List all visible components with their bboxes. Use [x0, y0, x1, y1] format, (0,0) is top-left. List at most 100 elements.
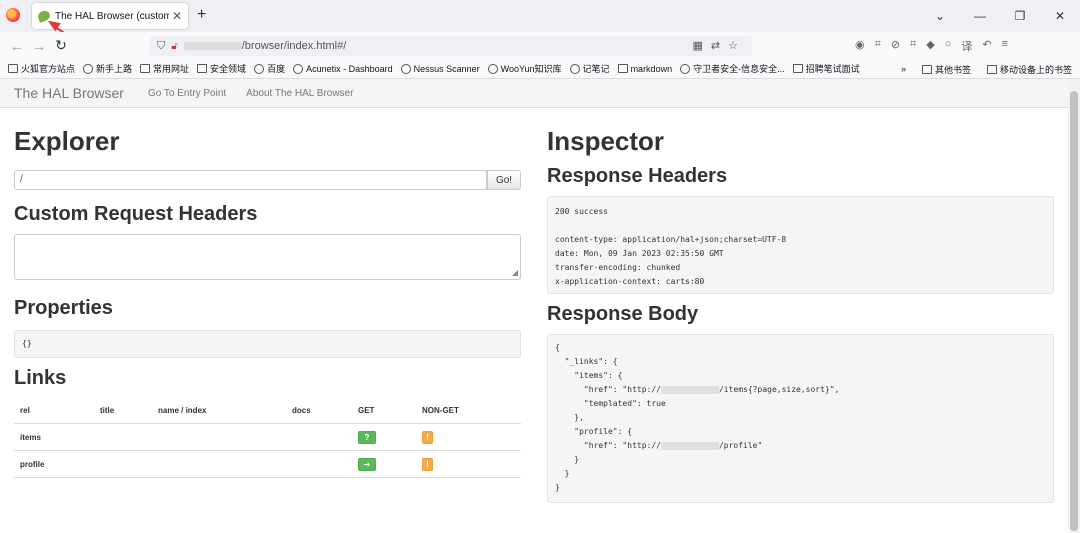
folder-icon	[197, 64, 208, 73]
page-scrollbar[interactable]	[1068, 79, 1080, 533]
bookmark-item[interactable]: 常用网址	[140, 62, 189, 75]
ext-icon-3: ⌗	[910, 38, 917, 50]
brand[interactable]: The HAL Browser	[14, 85, 124, 101]
note-icon	[569, 63, 580, 74]
explorer-panel: Explorer / Go! Custom Request Headers ◢ …	[14, 108, 521, 478]
table-row: items ? !	[14, 423, 521, 451]
redacted-host	[660, 441, 719, 450]
bookmark-item[interactable]: 招聘笔试面试	[792, 62, 860, 75]
firefox-logo-icon[interactable]	[6, 8, 20, 22]
col-rel: rel	[14, 400, 94, 424]
new-tab-icon[interactable]: +	[197, 6, 206, 24]
status-line: 200 success	[555, 207, 608, 216]
close-tab-icon[interactable]: ✕	[172, 9, 182, 23]
shield-icon[interactable]: ⛉	[157, 40, 165, 53]
non-get-items-button[interactable]: !	[422, 430, 433, 444]
minimize-icon[interactable]: —	[960, 9, 1000, 23]
scrollbar-thumb[interactable]	[1070, 91, 1078, 531]
header-line: date: Mon, 09 Jan 2023 02:35:50 GMT	[555, 249, 724, 258]
close-window-icon[interactable]: ✕	[1040, 9, 1080, 23]
bookmark-item[interactable]: 守卫者安全-信息安全...	[680, 62, 785, 75]
globe-icon	[487, 63, 498, 74]
restore-icon[interactable]: ❐	[1000, 9, 1040, 23]
bookmark-item[interactable]: markdown	[617, 64, 672, 74]
tab-title: The HAL Browser (customize	[55, 10, 169, 22]
response-headers-box: 200 success content-type: application/ha…	[547, 196, 1054, 294]
bookmark-item[interactable]: 移动设备上的书签	[986, 63, 1072, 76]
mobile-icon	[986, 64, 997, 74]
inspector-title: Inspector	[547, 126, 665, 156]
reload-icon[interactable]: ↻	[50, 37, 72, 54]
get-profile-button[interactable]: ➔	[358, 457, 376, 471]
bookmark-item[interactable]: 百度	[254, 62, 285, 75]
nav-entry-point[interactable]: Go To Entry Point	[148, 88, 226, 99]
insecure-lock-icon[interactable]: 🔓︎	[171, 41, 177, 52]
bookmark-item[interactable]: 记笔记	[569, 62, 610, 75]
crop-icon: ⌗	[874, 38, 881, 50]
header-line: x-application-context: carts:80	[555, 277, 705, 286]
back-icon[interactable]: ←	[6, 38, 28, 54]
header-line: content-type: application/hal+json;chars…	[555, 235, 787, 244]
url-bar[interactable]: ⛉ 🔓︎ /browser/index.html#/ ▦⇄☆	[150, 36, 752, 56]
rel-cell: items	[14, 423, 94, 451]
url-actions-icons[interactable]: ▦⇄☆	[693, 39, 746, 52]
undo-icon: ↶	[982, 39, 992, 51]
shield-s-icon	[680, 63, 691, 74]
redacted-host	[660, 385, 719, 394]
redacted-host	[183, 42, 242, 50]
globe-icon	[83, 63, 94, 74]
globe-icon	[254, 63, 265, 74]
header-line: transfer-encoding: chunked	[555, 263, 681, 272]
response-body-box: { "_links": { "items": { "href": "http:/…	[547, 334, 1054, 503]
bookmark-item[interactable]: 其他书签	[921, 63, 971, 76]
forward-icon[interactable]: →	[28, 38, 50, 54]
folder-icon	[617, 64, 628, 73]
ext-icon-2: ⊘	[890, 39, 901, 51]
tab-bar: The HAL Browser (customize ✕ + ⌄ — ❐ ✕	[0, 0, 1080, 32]
folder-icon	[140, 64, 151, 73]
nav-toolbar: ← → ↻ ⛉ 🔓︎ /browser/index.html#/ ▦⇄☆ ◉ ⌗ ⊘…	[0, 32, 1080, 59]
table-row: profile ➔ !	[14, 450, 521, 478]
col-name-index: name / index	[152, 400, 286, 424]
bookmark-item[interactable]: 新手上路	[83, 62, 132, 75]
custom-headers-textarea[interactable]: ◢	[14, 234, 521, 280]
nav-about[interactable]: About The HAL Browser	[246, 88, 353, 99]
ext-icon-5: ○	[944, 38, 952, 50]
response-body-title: Response Body	[547, 303, 699, 325]
explorer-title: Explorer	[14, 126, 120, 156]
links-title: Links	[14, 367, 67, 389]
col-non-get: NON-GET	[416, 400, 521, 424]
tab-list-icon[interactable]: ⌄	[920, 9, 960, 23]
ext-icon-4: ◆	[926, 39, 935, 51]
bookmark-item[interactable]: 安全领域	[197, 62, 246, 75]
get-items-button[interactable]: ?	[358, 430, 376, 444]
rel-cell: profile	[14, 450, 94, 478]
response-headers-title: Response Headers	[547, 165, 728, 187]
menu-icon: ≡	[1001, 38, 1008, 50]
col-title: title	[94, 400, 152, 424]
col-docs: docs	[286, 400, 352, 424]
bookmark-item[interactable]: WooYun知识库	[487, 62, 562, 75]
url-path: /browser/index.html#/	[241, 40, 347, 52]
custom-headers-title: Custom Request Headers	[14, 203, 258, 225]
folder-icon	[8, 64, 18, 73]
extension-icons[interactable]: ◉ ⌗ ⊘ ⌗ ◆ ○ 译 ↶ ≡	[855, 38, 1008, 54]
bookmarks-overflow-icon[interactable]: »	[901, 64, 906, 74]
bookmark-item[interactable]: Acunetix - Dashboard	[293, 63, 393, 74]
bookmarks-bar: 火狐官方站点 新手上路 常用网址 安全领域 百度 Acunetix - Dash…	[0, 59, 1080, 79]
links-header-row: rel title name / index docs GET NON-GET	[14, 400, 521, 424]
links-table: rel title name / index docs GET NON-GET …	[14, 400, 521, 478]
page-content: The HAL Browser Go To Entry Point About …	[0, 79, 1080, 533]
bookmark-item[interactable]: Nessus Scanner	[400, 63, 480, 74]
folder-icon	[792, 64, 803, 73]
resize-grip-icon[interactable]: ◢	[512, 268, 518, 277]
inspector-panel: Inspector Response Headers 200 success c…	[547, 108, 1054, 503]
explorer-url-input[interactable]: /	[14, 170, 487, 190]
non-get-profile-button[interactable]: !	[422, 457, 433, 471]
acunetix-icon	[293, 63, 304, 74]
bookmark-item[interactable]: 火狐官方站点	[8, 62, 75, 75]
translate-icon: 译	[961, 41, 973, 53]
go-button[interactable]: Go!	[487, 170, 521, 190]
globe-icon	[400, 63, 411, 74]
hal-navbar: The HAL Browser Go To Entry Point About …	[0, 79, 1080, 108]
